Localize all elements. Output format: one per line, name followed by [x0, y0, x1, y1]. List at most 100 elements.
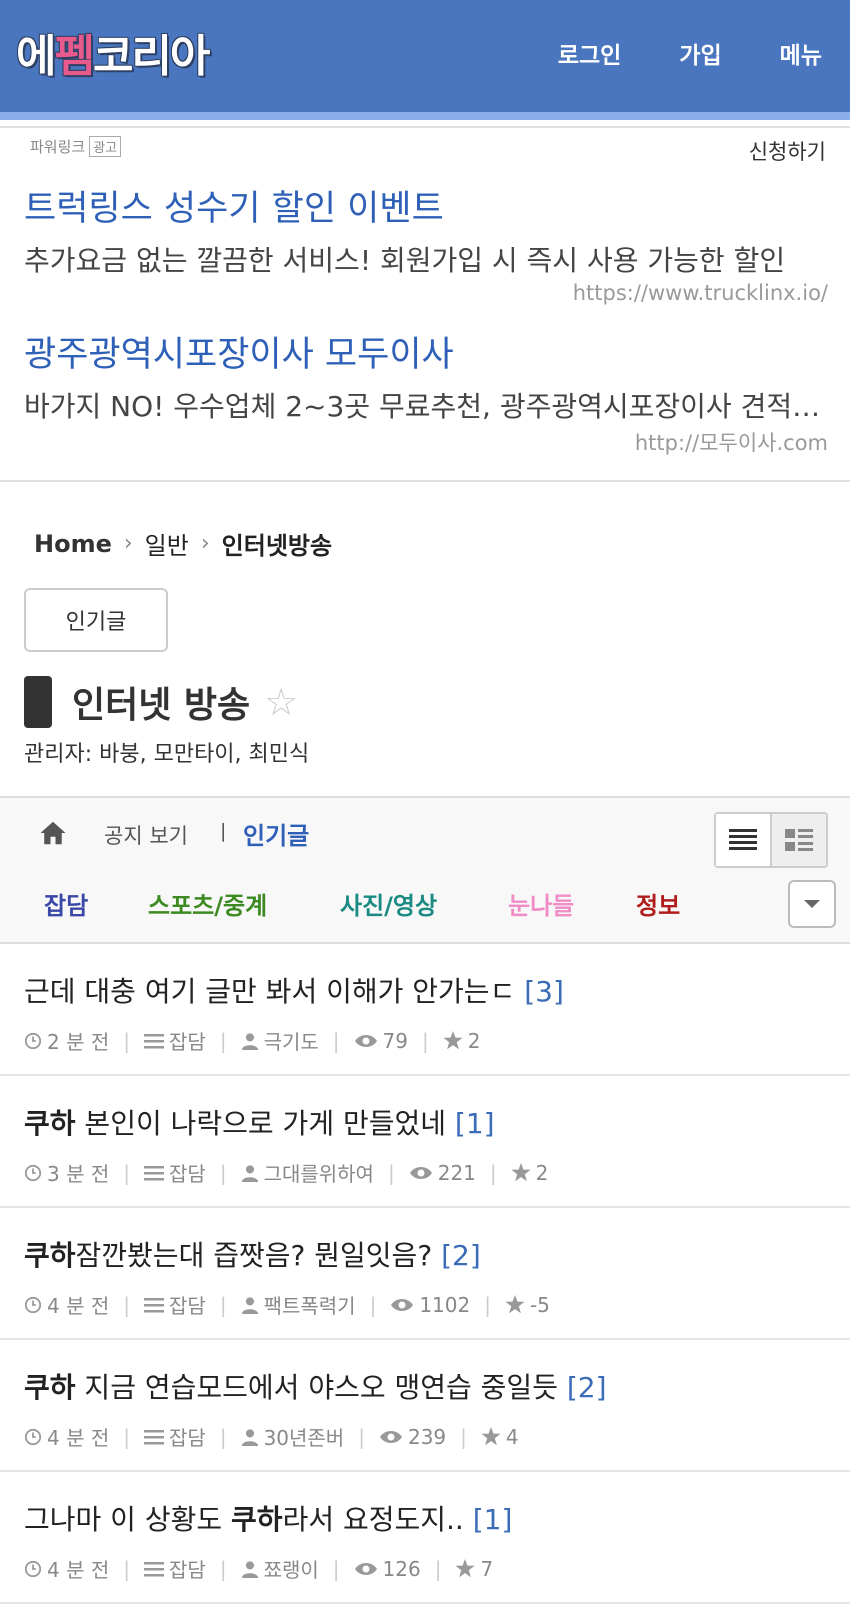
breadcrumb-home[interactable]: Home [34, 530, 112, 558]
menu-link[interactable]: 메뉴 [780, 36, 822, 70]
post-votes: 7 [480, 1556, 494, 1581]
post-time: 4 분 전 [47, 1294, 110, 1318]
signup-link[interactable]: 가입 [679, 36, 721, 70]
post-views: 239 [407, 1424, 447, 1449]
category-sports[interactable]: 스포츠/중계 [148, 886, 340, 921]
category-dropdown-button[interactable] [788, 880, 836, 928]
post-item[interactable]: 쿠하 본인이 나락으로 가게 만들었네 [1] 3 분 전 | 잡담 | 그대를… [0, 1076, 850, 1208]
clock-icon [24, 1560, 42, 1577]
post-author[interactable]: 쬬랭이 [264, 1554, 319, 1583]
post-title-text: 본인이 나락으로 가게 만들었네 [75, 1107, 455, 1140]
post-title[interactable]: 쿠하 본인이 나락으로 가게 만들었네 [1] [24, 1102, 495, 1142]
star-icon [481, 1427, 501, 1446]
post-author[interactable]: 30년존버 [264, 1422, 345, 1451]
view-toggle [714, 812, 828, 868]
board-title: 인터넷 방송 ☆ [24, 676, 298, 728]
post-author[interactable]: 그대를위하여 [264, 1158, 374, 1187]
list-icon [144, 1561, 164, 1576]
post-time: 2 분 전 [47, 1030, 110, 1054]
popular-filter-link[interactable]: 인기글 [243, 816, 309, 851]
post-title-text: 라서 요정도지.. [282, 1503, 473, 1536]
ad-title[interactable]: 광주광역시포장이사 모두이사 [24, 326, 828, 377]
powerlink-ads: 파워링크 광고 신청하기 트럭링스 성수기 할인 이벤트 추가요금 없는 깔끔한… [0, 126, 850, 482]
category-media[interactable]: 사진/영상 [340, 886, 508, 921]
breadcrumb-level1[interactable]: 일반 [145, 526, 189, 561]
post-category: 잡담 [169, 1294, 206, 1318]
post-meta: 2 분 전 | 잡담 | 극기도 | 79 | 2 [24, 1026, 480, 1055]
star-icon [511, 1163, 531, 1182]
post-votes: 2 [535, 1160, 549, 1185]
eye-icon [409, 1166, 432, 1179]
ad-apply-link[interactable]: 신청하기 [749, 136, 826, 166]
login-link[interactable]: 로그인 [558, 36, 621, 70]
star-icon [455, 1559, 475, 1578]
post-item[interactable]: 그나마 이 상황도 쿠하라서 요정도지.. [1] 4 분 전 | 잡담 | 쬬… [0, 1472, 850, 1604]
post-title[interactable]: 쿠하 지금 연습모드에서 야스오 맹연습 중일듯 [2] [24, 1366, 607, 1406]
favorite-star-icon[interactable]: ☆ [264, 680, 298, 724]
clock-icon [24, 1164, 42, 1181]
ad-badge-box: 광고 [89, 136, 122, 157]
post-views: 126 [382, 1556, 421, 1581]
ad-item[interactable]: 트럭링스 성수기 할인 이벤트 추가요금 없는 깔끔한 서비스! 회원가입 시 … [24, 180, 828, 305]
chevron-right-icon: › [123, 531, 133, 556]
ad-url: https://www.trucklinx.io/ [572, 281, 828, 305]
category-info[interactable]: 정보 [636, 886, 680, 921]
post-author[interactable]: 팩트폭력기 [264, 1290, 356, 1319]
post-category: 잡담 [169, 1162, 206, 1186]
ad-badge: 파워링크 광고 [30, 136, 122, 157]
user-icon [241, 1032, 258, 1050]
user-icon [241, 1296, 258, 1314]
home-icon[interactable] [38, 818, 68, 848]
category-chat[interactable]: 잡담 [44, 886, 148, 921]
post-item[interactable]: 쿠하잠깐봤는대 즙짯음? 뭔일잇음? [2] 4 분 전 | 잡담 | 팩트폭력… [0, 1208, 850, 1340]
post-time: 3 분 전 [47, 1162, 110, 1186]
ad-description: 추가요금 없는 깔끔한 서비스! 회원가입 시 즉시 사용 가능한 할인 [24, 244, 786, 277]
breadcrumb: Home › 일반 › 인터넷방송 [34, 526, 332, 561]
post-title[interactable]: 근데 대충 여기 글만 봐서 이해가 안가는ㄷ [3] [24, 970, 564, 1010]
ad-title[interactable]: 트럭링스 성수기 할인 이벤트 [24, 180, 828, 231]
post-title-prefix: 쿠하 [24, 1371, 76, 1404]
clock-icon [24, 1296, 42, 1313]
post-title-prefix: 쿠하 [24, 1239, 76, 1272]
category-girls[interactable]: 눈나들 [508, 886, 636, 921]
breadcrumb-current[interactable]: 인터넷방송 [222, 526, 332, 561]
post-author[interactable]: 극기도 [264, 1026, 319, 1055]
post-title[interactable]: 그나마 이 상황도 쿠하라서 요정도지.. [1] [24, 1498, 512, 1538]
chevron-down-icon [804, 900, 820, 908]
filter-divider: | [220, 820, 227, 842]
top-nav: 로그인 가입 메뉴 [558, 36, 822, 70]
eye-icon [354, 1562, 377, 1575]
card-view-button[interactable] [772, 814, 826, 866]
user-icon [241, 1560, 258, 1578]
post-time: 4 분 전 [47, 1426, 110, 1450]
chevron-right-icon: › [200, 531, 210, 556]
category-tabs: 잡담 스포츠/중계 사진/영상 눈나들 정보 [44, 886, 680, 921]
post-meta: 4 분 전 | 잡담 | 팩트폭력기 | 1102 | -5 [24, 1290, 550, 1319]
post-meta: 4 분 전 | 잡담 | 30년존버 | 239 | 4 [24, 1422, 519, 1451]
post-votes: 2 [467, 1028, 481, 1053]
eye-icon [379, 1430, 402, 1443]
list-icon [144, 1165, 164, 1180]
post-title-text: 지금 연습모드에서 야스오 맹연습 중일듯 [75, 1371, 567, 1404]
post-item[interactable]: 쿠하 지금 연습모드에서 야스오 맹연습 중일듯 [2] 4 분 전 | 잡담 … [0, 1340, 850, 1472]
show-notice-link[interactable]: 공지 보기 [104, 820, 188, 850]
comment-count: [2] [566, 1371, 607, 1404]
post-list: 근데 대충 여기 글만 봐서 이해가 안가는ㄷ [3] 2 분 전 | 잡담 |… [0, 944, 850, 1604]
list-view-icon [729, 829, 757, 850]
post-item[interactable]: 근데 대충 여기 글만 봐서 이해가 안가는ㄷ [3] 2 분 전 | 잡담 |… [0, 944, 850, 1076]
ad-item[interactable]: 광주광역시포장이사 모두이사 바가지 NO! 우수업체 2~3곳 무료추천, 광… [24, 326, 828, 457]
logo-part-2: 펨 [54, 31, 95, 82]
post-title-text: 잠깐봤는대 즙짯음? 뭔일잇음? [75, 1239, 442, 1272]
comment-count: [2] [441, 1239, 481, 1272]
popular-posts-button[interactable]: 인기글 [24, 588, 168, 652]
post-views: 221 [437, 1160, 476, 1185]
comment-count: [1] [454, 1107, 495, 1140]
list-view-button[interactable] [716, 814, 772, 866]
list-icon [144, 1033, 164, 1048]
ad-description: 바가지 NO! 우수업체 2~3곳 무료추천, 광주광역시포장이사 견적비교 [24, 390, 828, 423]
user-icon [241, 1164, 258, 1182]
list-icon [144, 1297, 164, 1312]
site-logo[interactable]: 에펨코리아 [16, 20, 210, 84]
post-title[interactable]: 쿠하잠깐봤는대 즙짯음? 뭔일잇음? [2] [24, 1234, 481, 1274]
comment-count: [1] [472, 1503, 513, 1536]
